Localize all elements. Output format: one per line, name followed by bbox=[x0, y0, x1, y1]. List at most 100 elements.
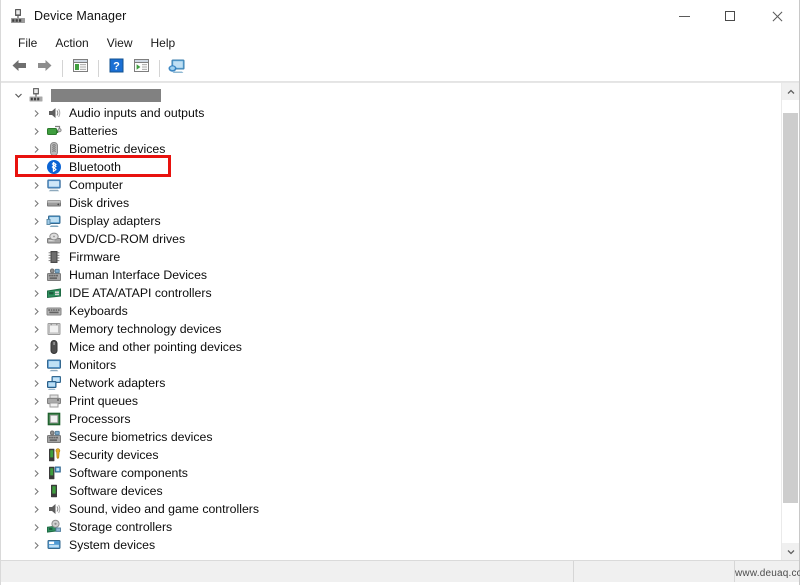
tree-item-ide-ata-atapi-controllers[interactable]: IDE ATA/ATAPI controllers bbox=[1, 284, 781, 302]
chevron-right-icon[interactable] bbox=[29, 158, 43, 176]
tree-item-print-queues[interactable]: Print queues bbox=[1, 392, 781, 410]
chevron-right-icon[interactable] bbox=[29, 302, 43, 320]
tree-item-display-adapters[interactable]: Display adapters bbox=[1, 212, 781, 230]
tree-item-batteries[interactable]: Batteries bbox=[1, 122, 781, 140]
minimize-icon bbox=[678, 15, 690, 17]
show-hide-console-tree-button[interactable] bbox=[68, 57, 92, 79]
scroll-down-button[interactable] bbox=[782, 543, 799, 560]
chevron-right-icon[interactable] bbox=[29, 140, 43, 158]
menu-help[interactable]: Help bbox=[142, 34, 185, 52]
vertical-scrollbar[interactable] bbox=[781, 83, 799, 560]
chevron-right-icon[interactable] bbox=[29, 230, 43, 248]
tree-item-label: Security devices bbox=[69, 448, 159, 462]
chevron-right-icon[interactable] bbox=[29, 320, 43, 338]
maximize-button[interactable] bbox=[707, 0, 753, 32]
back-arrow-icon bbox=[11, 58, 28, 78]
hid-icon bbox=[46, 429, 62, 445]
scroll-up-button[interactable] bbox=[782, 83, 799, 100]
tree-item-security-devices[interactable]: Security devices bbox=[1, 446, 781, 464]
chevron-right-icon[interactable] bbox=[29, 194, 43, 212]
chevron-right-icon[interactable] bbox=[29, 500, 43, 518]
tree-item-label: Human Interface Devices bbox=[69, 268, 208, 282]
chevron-right-icon[interactable] bbox=[29, 374, 43, 392]
chevron-right-icon[interactable] bbox=[29, 104, 43, 122]
tree-item-label: IDE ATA/ATAPI controllers bbox=[69, 286, 212, 300]
tree-item-label: System devices bbox=[69, 538, 156, 552]
properties-icon bbox=[133, 58, 150, 78]
tree-item-dvd-cd-rom-drives[interactable]: DVD/CD-ROM drives bbox=[1, 230, 781, 248]
scrollbar-track[interactable] bbox=[782, 100, 799, 543]
chevron-down-icon[interactable] bbox=[11, 86, 25, 104]
disk-drive-icon bbox=[46, 195, 62, 211]
storage-controller-icon bbox=[46, 519, 62, 535]
close-button[interactable] bbox=[753, 0, 799, 32]
tree-item-mice-and-other-pointing-devices[interactable]: Mice and other pointing devices bbox=[1, 338, 781, 356]
tree-item-software-devices[interactable]: Software devices bbox=[1, 482, 781, 500]
tree-item-secure-biometrics-devices[interactable]: Secure biometrics devices bbox=[1, 428, 781, 446]
optical-drive-icon bbox=[46, 231, 62, 247]
tree-item-bluetooth[interactable]: Bluetooth bbox=[1, 158, 781, 176]
chevron-right-icon[interactable] bbox=[29, 176, 43, 194]
chevron-right-icon[interactable] bbox=[29, 338, 43, 356]
chevron-right-icon[interactable] bbox=[29, 284, 43, 302]
title-bar: Device Manager bbox=[1, 0, 799, 32]
tree-item-label: Print queues bbox=[69, 394, 139, 408]
menu-file[interactable]: File bbox=[9, 34, 46, 52]
tree-item-label: Monitors bbox=[69, 358, 117, 372]
system-device-icon bbox=[46, 537, 62, 553]
device-tree[interactable]: Audio inputs and outputs Batteries Biome… bbox=[1, 83, 781, 560]
tree-item-label: Sound, video and game controllers bbox=[69, 502, 260, 516]
tree-item-network-adapters[interactable]: Network adapters bbox=[1, 374, 781, 392]
minimize-button[interactable] bbox=[661, 0, 707, 32]
tree-item-label: Biometric devices bbox=[69, 142, 166, 156]
chevron-right-icon[interactable] bbox=[29, 122, 43, 140]
chevron-right-icon[interactable] bbox=[29, 356, 43, 374]
device-manager-window: Device Manager File Action View Help ? A… bbox=[0, 0, 800, 585]
show-hide-console-tree-icon bbox=[72, 58, 89, 78]
computer-root-icon bbox=[28, 87, 44, 103]
tree-item-memory-technology-devices[interactable]: Memory technology devices bbox=[1, 320, 781, 338]
tree-item-sound-video-and-game-controllers[interactable]: Sound, video and game controllers bbox=[1, 500, 781, 518]
forward-button[interactable] bbox=[32, 57, 56, 79]
tree-item-keyboards[interactable]: Keyboards bbox=[1, 302, 781, 320]
client-area: Audio inputs and outputs Batteries Biome… bbox=[1, 82, 799, 560]
tree-item-label: Software components bbox=[69, 466, 188, 480]
help-button[interactable]: ? bbox=[104, 57, 128, 79]
chevron-right-icon[interactable] bbox=[29, 392, 43, 410]
chevron-right-icon[interactable] bbox=[29, 266, 43, 284]
tree-item-label: Display adapters bbox=[69, 214, 161, 228]
chevron-right-icon[interactable] bbox=[29, 482, 43, 500]
tree-item-human-interface-devices[interactable]: Human Interface Devices bbox=[1, 266, 781, 284]
chevron-right-icon[interactable] bbox=[29, 428, 43, 446]
properties-button[interactable] bbox=[129, 57, 153, 79]
display-adapter-icon bbox=[46, 213, 62, 229]
chevron-right-icon[interactable] bbox=[29, 464, 43, 482]
tree-item-disk-drives[interactable]: Disk drives bbox=[1, 194, 781, 212]
back-button[interactable] bbox=[7, 57, 31, 79]
tree-item-system-devices[interactable]: System devices bbox=[1, 536, 781, 554]
tree-root-node[interactable] bbox=[1, 86, 781, 104]
tree-item-storage-controllers[interactable]: Storage controllers bbox=[1, 518, 781, 536]
menu-view[interactable]: View bbox=[98, 34, 142, 52]
computer-icon bbox=[46, 177, 62, 193]
printer-icon bbox=[46, 393, 62, 409]
chevron-right-icon[interactable] bbox=[29, 446, 43, 464]
tree-item-processors[interactable]: Processors bbox=[1, 410, 781, 428]
chevron-right-icon[interactable] bbox=[29, 410, 43, 428]
tree-item-computer[interactable]: Computer bbox=[1, 176, 781, 194]
tree-item-audio-inputs-and-outputs[interactable]: Audio inputs and outputs bbox=[1, 104, 781, 122]
software-device-icon bbox=[46, 483, 62, 499]
tree-item-biometric-devices[interactable]: Biometric devices bbox=[1, 140, 781, 158]
scrollbar-thumb[interactable] bbox=[783, 113, 798, 504]
menu-action[interactable]: Action bbox=[46, 34, 97, 52]
chevron-right-icon[interactable] bbox=[29, 536, 43, 554]
tree-item-label: Disk drives bbox=[69, 196, 130, 210]
tree-item-monitors[interactable]: Monitors bbox=[1, 356, 781, 374]
scan-for-hardware-changes-button[interactable] bbox=[165, 57, 189, 79]
chevron-right-icon[interactable] bbox=[29, 212, 43, 230]
tree-item-firmware[interactable]: Firmware bbox=[1, 248, 781, 266]
chevron-right-icon[interactable] bbox=[29, 518, 43, 536]
security-device-icon bbox=[46, 447, 62, 463]
chevron-right-icon[interactable] bbox=[29, 248, 43, 266]
tree-item-software-components[interactable]: Software components bbox=[1, 464, 781, 482]
